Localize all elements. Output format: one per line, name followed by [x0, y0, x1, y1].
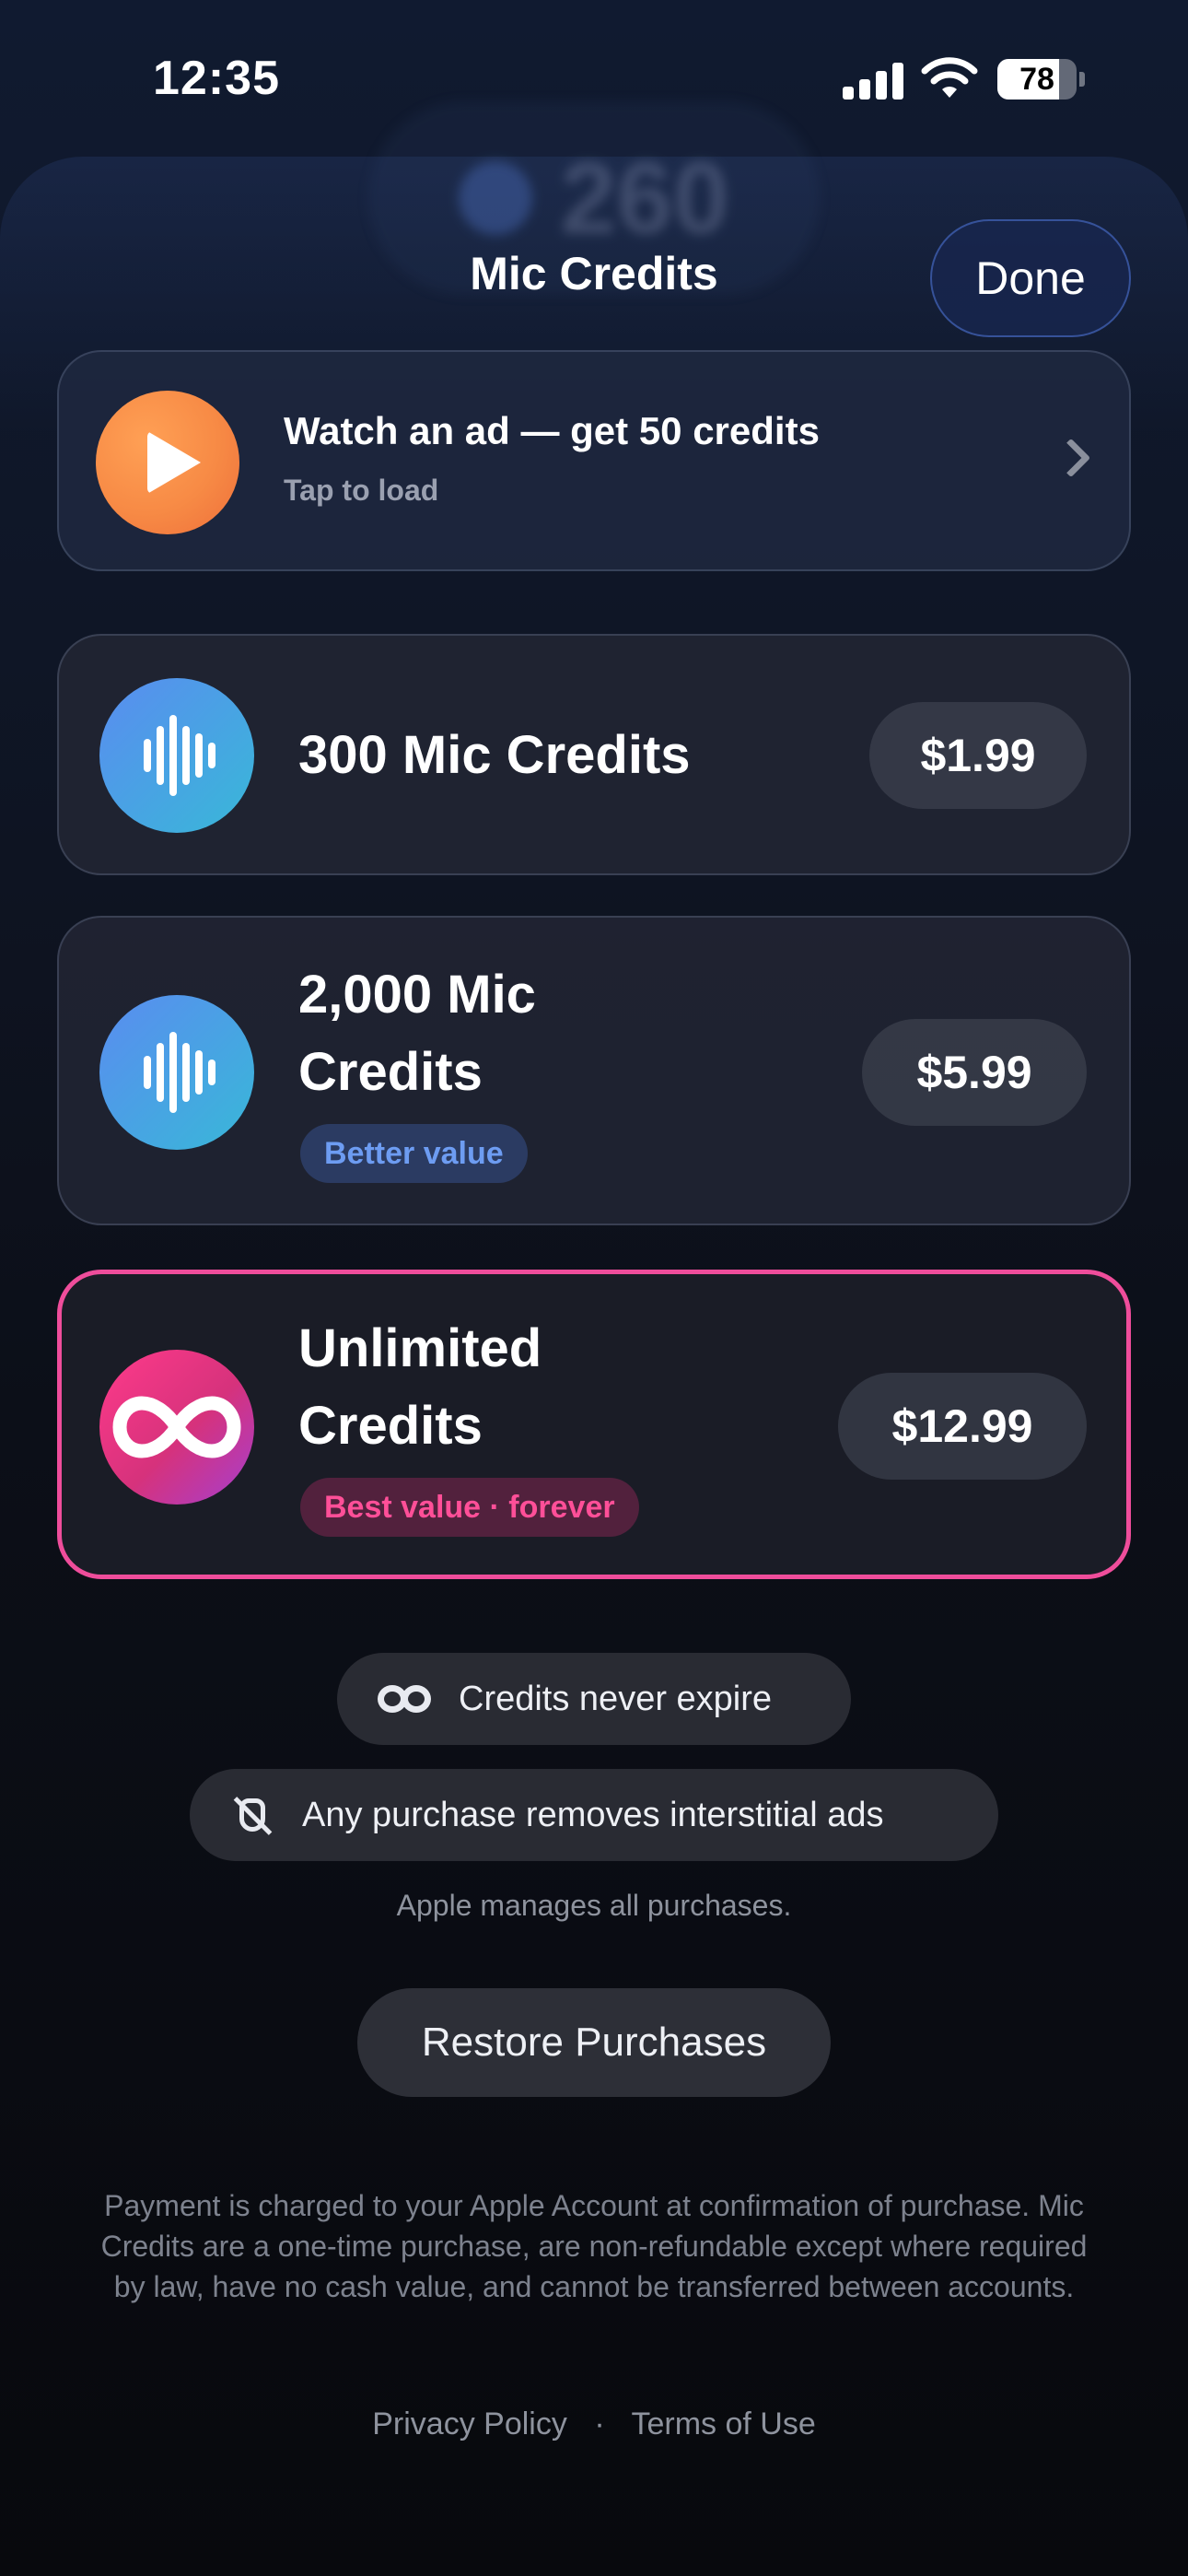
- restore-purchases-button[interactable]: Restore Purchases: [357, 1988, 831, 2097]
- removes-ads-pill: Any purchase removes interstitial ads: [190, 1769, 998, 1861]
- credits-never-expire-pill: Credits never expire: [337, 1653, 851, 1745]
- battery-cap: [1079, 72, 1085, 87]
- credits-never-expire-text: Credits never expire: [459, 1679, 773, 1718]
- ad-offer-subtitle: Tap to load: [284, 474, 439, 507]
- product-name-line2: Credits: [298, 1396, 483, 1456]
- chevron-right-icon: [1051, 438, 1091, 478]
- done-button[interactable]: Done: [930, 219, 1131, 337]
- infinity-icon: [378, 1685, 431, 1713]
- price-button[interactable]: $12.99: [838, 1373, 1087, 1480]
- footer-links: Privacy Policy · Terms of Use: [0, 2406, 1188, 2442]
- product-name: 300 Mic Credits: [298, 725, 691, 785]
- best-value-badge: Best value · forever: [300, 1478, 639, 1537]
- cellular-signal-icon: [843, 61, 905, 100]
- product-name-line1: Unlimited: [298, 1318, 542, 1378]
- wifi-icon: [921, 57, 978, 98]
- infinity-icon: [99, 1350, 254, 1505]
- watch-ad-row[interactable]: Watch an ad — get 50 credits Tap to load: [57, 350, 1131, 571]
- removes-ads-text: Any purchase removes interstitial ads: [302, 1795, 884, 1834]
- product-name-line1: 2,000 Mic: [298, 965, 536, 1025]
- product-unlimited-credits[interactable]: Unlimited Credits Best value · forever $…: [57, 1270, 1131, 1579]
- background-balance-value: 260: [560, 141, 729, 255]
- product-2000-credits[interactable]: 2,000 Mic Credits Better value $5.99: [57, 916, 1131, 1225]
- ad-offer-title: Watch an ad — get 50 credits: [284, 409, 820, 452]
- price-button[interactable]: $5.99: [862, 1019, 1087, 1126]
- waveform-icon: [99, 678, 254, 833]
- better-value-badge: Better value: [300, 1124, 528, 1183]
- status-time: 12:35: [153, 52, 280, 105]
- battery-percent: 78: [1019, 61, 1054, 97]
- product-300-credits[interactable]: 300 Mic Credits $1.99: [57, 634, 1131, 875]
- credit-icon: [459, 161, 533, 235]
- play-icon: [96, 391, 239, 534]
- no-ads-hand-icon: [230, 1793, 274, 1837]
- product-name-line2: Credits: [298, 1042, 483, 1102]
- terms-of-use-link[interactable]: Terms of Use: [631, 2406, 815, 2441]
- battery-icon: 78: [997, 59, 1077, 100]
- waveform-icon: [99, 995, 254, 1150]
- legal-text: Payment is charged to your Apple Account…: [100, 2189, 1088, 2303]
- footer-separator: ·: [594, 2406, 605, 2441]
- price-button[interactable]: $1.99: [869, 702, 1087, 809]
- apple-manages-note: Apple manages all purchases.: [396, 1889, 792, 1922]
- privacy-policy-link[interactable]: Privacy Policy: [372, 2406, 567, 2441]
- status-bar: 12:35 78: [0, 0, 1188, 157]
